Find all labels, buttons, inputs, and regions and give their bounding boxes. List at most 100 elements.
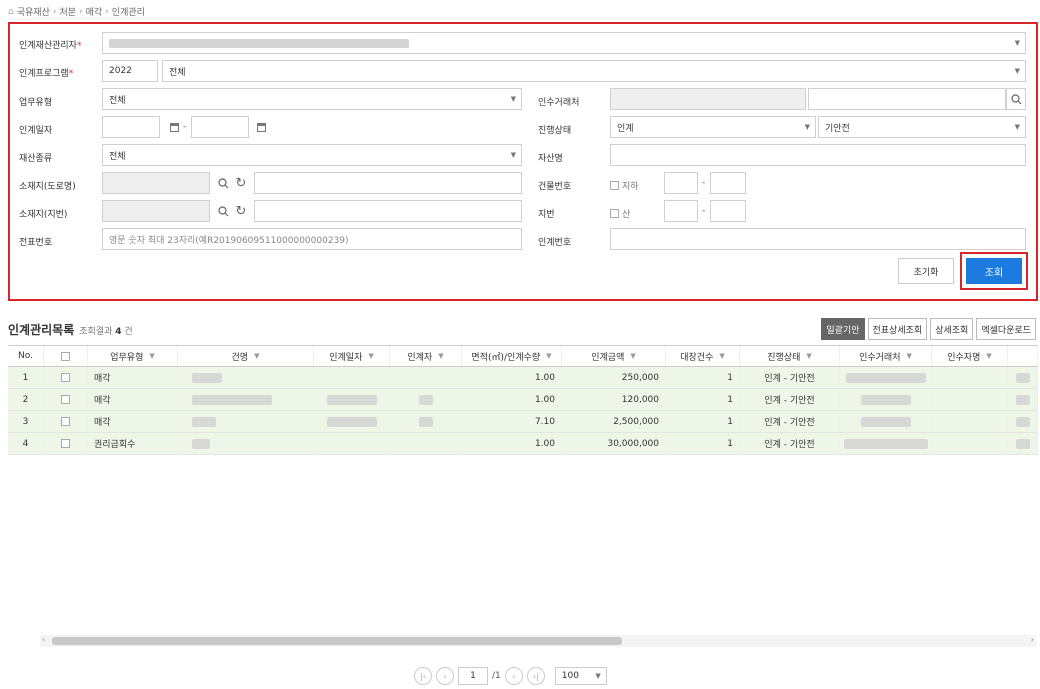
checkbox-icon[interactable] (610, 209, 619, 218)
scroll-right-icon[interactable]: › (1031, 635, 1034, 644)
sort-icon: ▼ (254, 352, 260, 360)
chevron-right-icon: › (79, 6, 83, 17)
receiver-name-cell (932, 389, 1008, 410)
first-page-icon[interactable]: |‹ (414, 667, 432, 685)
building-sub-no-input[interactable] (710, 172, 746, 194)
breadcrumb-item[interactable]: 국유재산 (17, 5, 50, 18)
scroll-thumb[interactable] (52, 637, 622, 645)
checkbox-icon[interactable] (61, 351, 70, 361)
checkbox-icon[interactable] (61, 373, 70, 382)
slip-no-input[interactable]: 영문 숫자 최대 23자리(예R20190609511000000000239) (102, 228, 522, 250)
row-checkbox[interactable] (44, 389, 88, 410)
list-toolbar: 일괄기안 전표상세조회 상세조회 엑셀다운로드 (821, 318, 1036, 340)
chevron-down-icon: ▼ (510, 95, 516, 103)
date-from-input[interactable] (102, 116, 160, 138)
status-select-primary[interactable]: 인계 ▼ (610, 116, 816, 138)
column-header[interactable]: 인수자명 ▼ (932, 346, 1008, 366)
calendar-icon[interactable] (251, 116, 271, 138)
table-row[interactable]: 2 매각 1.00 120,000 1 인계 - 기안전 (8, 389, 1038, 411)
ledger-count-cell: 1 (666, 367, 740, 388)
prev-page-icon[interactable]: ‹ (436, 667, 454, 685)
breadcrumb: ⌂ 국유재산 › 처분 › 매각 › 인계관리 (8, 5, 145, 19)
checkbox-icon[interactable] (61, 439, 70, 448)
row-checkbox[interactable] (44, 367, 88, 388)
slip-no-label: 전표번호 (19, 238, 53, 248)
search-button[interactable]: 조회 (966, 258, 1022, 284)
column-header[interactable]: 인수거래처 ▼ (840, 346, 932, 366)
scroll-left-icon[interactable]: ‹ (42, 635, 45, 644)
last-page-icon[interactable]: ›| (526, 667, 545, 685)
search-icon[interactable] (213, 200, 233, 222)
address-lot-input[interactable] (254, 200, 522, 222)
address-lot-code-input[interactable] (102, 200, 210, 222)
column-header[interactable]: 인계금액 ▼ (562, 346, 666, 366)
chevron-down-icon: ▼ (1014, 39, 1020, 47)
title-cell (178, 367, 314, 388)
slip-detail-button[interactable]: 전표상세조회 (867, 318, 928, 340)
next-page-icon[interactable]: › (504, 667, 523, 685)
lot-sub-no-input[interactable] (710, 200, 746, 222)
date-to-input[interactable] (191, 116, 249, 138)
checkbox-icon[interactable] (610, 181, 619, 190)
table-row[interactable]: 3 매각 7.10 2,500,000 1 인계 - 기안전 (8, 411, 1038, 433)
work-type-cell: 매각 (88, 389, 178, 410)
search-icon[interactable] (213, 172, 233, 194)
column-header[interactable]: 업무유형 ▼ (88, 346, 178, 366)
refresh-icon[interactable]: ↻ (231, 200, 251, 222)
address-road-code-input[interactable] (102, 172, 210, 194)
breadcrumb-item[interactable]: 처분 (59, 5, 76, 18)
checkbox-icon[interactable] (61, 395, 70, 404)
mountain-checkbox[interactable]: 산 (610, 207, 630, 220)
column-header[interactable]: 인계자 ▼ (390, 346, 462, 366)
batch-draft-button[interactable]: 일괄기안 (821, 318, 865, 340)
row-number: 1 (8, 367, 44, 388)
row-checkbox[interactable] (44, 411, 88, 432)
asset-type-select[interactable]: 전체 ▼ (102, 144, 522, 166)
search-icon[interactable] (1006, 88, 1026, 110)
work-type-select[interactable]: 전체 ▼ (102, 88, 522, 110)
amount-cell: 2,500,000 (562, 411, 666, 432)
lot-main-no-input[interactable] (664, 200, 698, 222)
program-year-input[interactable]: 2022 (102, 60, 158, 82)
address-road-label: 소재지(도로명) (19, 182, 76, 192)
breadcrumb-item[interactable]: 매각 (86, 5, 103, 18)
program-select[interactable]: 전체 ▼ (162, 60, 1026, 82)
building-main-no-input[interactable] (664, 172, 698, 194)
column-header[interactable]: 대장건수 ▼ (666, 346, 740, 366)
date-cell (314, 411, 390, 432)
status-select-secondary[interactable]: 기안전 ▼ (818, 116, 1026, 138)
page-size-select[interactable]: 100 ▼ (554, 667, 607, 685)
reset-button[interactable]: 초기화 (898, 258, 954, 284)
refresh-icon[interactable]: ↻ (231, 172, 251, 194)
excel-download-button[interactable]: 엑셀다운로드 (976, 318, 1036, 340)
address-road-input[interactable] (254, 172, 522, 194)
checkbox-icon[interactable] (61, 417, 70, 426)
receiver-code-input[interactable] (610, 88, 806, 110)
handover-no-input[interactable] (610, 228, 1026, 250)
column-header[interactable]: 인계일자 ▼ (314, 346, 390, 366)
receiver-cell (840, 367, 932, 388)
asset-name-input[interactable] (610, 144, 1026, 166)
table-row[interactable]: 4 권리금회수 1.00 30,000,000 1 인계 - 기안전 (8, 433, 1038, 455)
column-header[interactable]: 진행상태 ▼ (740, 346, 840, 366)
page-input[interactable]: 1 (458, 667, 488, 685)
basement-checkbox[interactable]: 지하 (610, 179, 639, 192)
qty-cell: 1.00 (462, 433, 562, 454)
table-row[interactable]: 1 매각 1.00 250,000 1 인계 - 기안전 (8, 367, 1038, 389)
status-cell: 인계 - 기안전 (740, 367, 840, 388)
list-title: 인계관리목록 조회결과 4 건 (8, 321, 133, 338)
range-separator: - (183, 122, 187, 132)
row-checkbox[interactable] (44, 433, 88, 454)
detail-button[interactable]: 상세조회 (930, 318, 974, 340)
horizontal-scrollbar[interactable]: ‹ › (40, 635, 1036, 647)
calendar-icon[interactable] (164, 116, 184, 138)
select-all-checkbox[interactable] (44, 346, 88, 366)
receiver-name-input[interactable] (808, 88, 1006, 110)
column-header[interactable]: 건명 ▼ (178, 346, 314, 366)
chevron-right-icon: › (52, 6, 57, 17)
pagination: |‹ ‹ 1 /1 › ›| 100 ▼ (414, 667, 607, 685)
search-form: 인계재산관리자* ▼ 인계프로그램* 2022 전체 ▼ 업무유형 전체 ▼ 인… (8, 22, 1038, 301)
asset-manager-select[interactable]: ▼ (102, 32, 1026, 54)
home-icon[interactable]: ⌂ (8, 7, 14, 17)
column-header[interactable]: 면적(㎡)/인계수량 ▼ (462, 346, 562, 366)
